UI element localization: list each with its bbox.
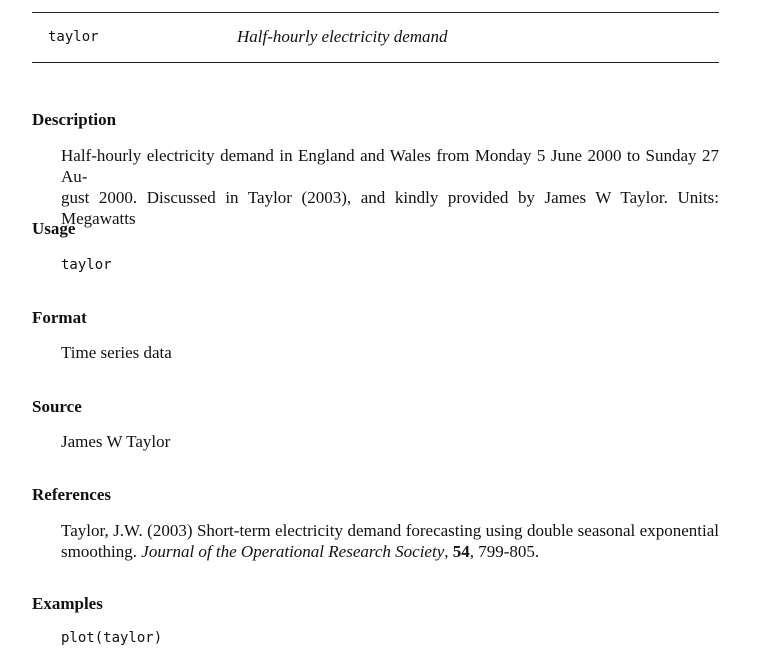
source-heading: Source [32, 397, 82, 416]
reference-line-2: smoothing. Journal of the Operational Re… [61, 541, 719, 562]
description-line-2: gust 2000. Discussed in Taylor (2003), a… [61, 188, 719, 228]
reference-comma: , [444, 542, 453, 561]
topic-title: Half-hourly electricity demand [237, 27, 448, 46]
format-text: Time series data [61, 343, 172, 362]
source-text: James W Taylor [61, 432, 171, 451]
description-text: Half-hourly electricity demand in Englan… [61, 145, 719, 229]
reference-journal: Journal of the Operational Research Soci… [141, 542, 445, 561]
reference-prefix: smoothing. [61, 542, 142, 561]
reference-volume: 54 [452, 542, 470, 561]
header-top-rule [32, 12, 719, 13]
format-heading: Format [32, 308, 87, 327]
usage-code: taylor [61, 257, 112, 273]
topic-name: taylor [48, 29, 99, 45]
usage-heading: Usage [32, 219, 76, 238]
examples-heading: Examples [32, 594, 103, 613]
examples-code: plot(taylor) [61, 630, 163, 646]
description-heading: Description [32, 110, 117, 129]
reference-pages: , 799-805. [469, 542, 540, 561]
references-text: Taylor, J.W. (2003) Short-term electrici… [61, 520, 719, 562]
header-bottom-rule [32, 62, 719, 63]
description-line-1: Half-hourly electricity demand in Englan… [61, 146, 719, 186]
reference-line-1: Taylor, J.W. (2003) Short-term electrici… [61, 521, 719, 540]
references-heading: References [32, 485, 111, 504]
